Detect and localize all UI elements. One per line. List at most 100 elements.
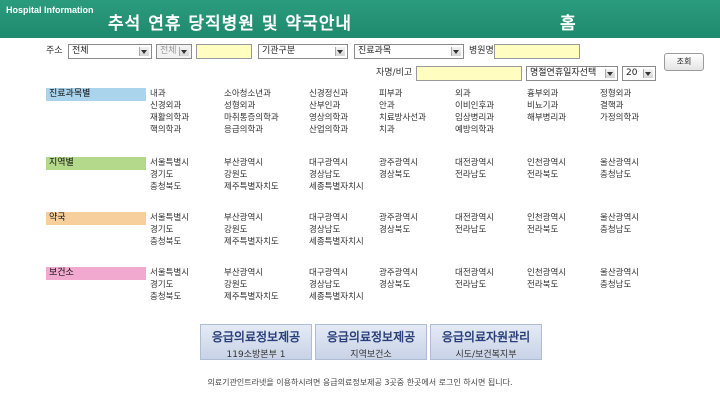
department-link[interactable]: 영상의학과: [309, 112, 379, 124]
health-center-region-link[interactable]: 강원도: [224, 279, 309, 291]
department-link[interactable]: 예방의학과: [455, 124, 527, 136]
pharmacy-region-link[interactable]: 경상북도: [379, 224, 455, 236]
button-subtitle: 119소방본부 1: [226, 350, 286, 360]
department-link[interactable]: 흉부외과: [527, 88, 600, 100]
department-link[interactable]: 산업의학과: [309, 124, 379, 136]
health-center-region-link[interactable]: 울산광역시: [600, 267, 674, 279]
department-link[interactable]: 정형외과: [600, 88, 674, 100]
agency-type-select[interactable]: 기관구분: [258, 44, 348, 59]
region-link[interactable]: 전라북도: [527, 169, 600, 181]
emergency-info-119-button[interactable]: 응급의료정보제공 119소방본부 1: [200, 324, 312, 360]
region2-select[interactable]: 전체: [156, 44, 192, 59]
department-link[interactable]: 안과: [379, 100, 455, 112]
health-center-region-link[interactable]: 전라남도: [455, 279, 527, 291]
pharmacy-region-link[interactable]: 인천광역시: [527, 212, 600, 224]
health-center-region-link[interactable]: 충청북도: [150, 291, 224, 303]
health-center-region-link[interactable]: 대구광역시: [309, 267, 379, 279]
department-link[interactable]: 임상병리과: [455, 112, 527, 124]
health-center-region-link[interactable]: 경기도: [150, 279, 224, 291]
region-link[interactable]: 경기도: [150, 169, 224, 181]
department-link[interactable]: 마취통증의학과: [224, 112, 309, 124]
department-link[interactable]: 외과: [455, 88, 527, 100]
department-link[interactable]: 치과: [379, 124, 455, 136]
health-center-region-link[interactable]: 서울특별시: [150, 267, 224, 279]
pharmacy-region-link[interactable]: 충청북도: [150, 236, 224, 248]
department-link[interactable]: 성형외과: [224, 100, 309, 112]
pharmacy-region-link[interactable]: 세종특별자치시: [309, 236, 379, 248]
department-link[interactable]: 피부과: [379, 88, 455, 100]
health-center-region-link[interactable]: 대전광역시: [455, 267, 527, 279]
region-link[interactable]: 광주광역시: [379, 157, 455, 169]
health-center-region-link[interactable]: 인천광역시: [527, 267, 600, 279]
region-link[interactable]: 울산광역시: [600, 157, 674, 169]
department-link[interactable]: 가정의학과: [600, 112, 674, 124]
section-label-region: 지역별: [46, 157, 146, 170]
health-center-region-link[interactable]: 전라북도: [527, 279, 600, 291]
page-title: 추석 연휴 당직병원 및 약국안내: [108, 14, 352, 34]
pharmacy-region-link[interactable]: 대구광역시: [309, 212, 379, 224]
region-link[interactable]: 경상북도: [379, 169, 455, 181]
region-link[interactable]: 대전광역시: [455, 157, 527, 169]
department-link[interactable]: 재활의학과: [150, 112, 224, 124]
department-link[interactable]: 응급의학과: [224, 124, 309, 136]
health-center-grid: 서울특별시 부산광역시 대구광역시 광주광역시 대전광역시 인천광역시 울산광역…: [150, 267, 674, 303]
pharmacy-region-link[interactable]: 경상남도: [309, 224, 379, 236]
region-link[interactable]: 대구광역시: [309, 157, 379, 169]
name-remark-input[interactable]: [416, 66, 522, 81]
pharmacy-region-link[interactable]: 광주광역시: [379, 212, 455, 224]
department-link[interactable]: 치료방사선과: [379, 112, 455, 124]
emergency-resource-button[interactable]: 응급의료자원관리 시도/보건복지부: [430, 324, 542, 360]
department-select[interactable]: 진료과목: [354, 44, 464, 59]
pharmacy-grid: 서울특별시 부산광역시 대구광역시 광주광역시 대전광역시 인천광역시 울산광역…: [150, 212, 674, 248]
emergency-links: 응급의료정보제공 119소방본부 1 응급의료정보제공 지역보건소 응급의료자원…: [200, 324, 542, 360]
region-text-input[interactable]: [196, 44, 252, 59]
pharmacy-region-link[interactable]: 대전광역시: [455, 212, 527, 224]
hospital-name-input[interactable]: [494, 44, 580, 59]
region-link[interactable]: 인천광역시: [527, 157, 600, 169]
button-title: 응급의료자원관리: [441, 330, 531, 344]
holiday-date-select-value: 명절연휴일자선택: [530, 68, 597, 78]
holiday-date-select[interactable]: 명절연휴일자선택: [526, 66, 618, 81]
health-center-region-link[interactable]: 부산광역시: [224, 267, 309, 279]
region-link[interactable]: 경상남도: [309, 169, 379, 181]
region1-select-value: 전체: [72, 46, 89, 56]
department-link[interactable]: 내과: [150, 88, 224, 100]
region1-select[interactable]: 전체: [68, 44, 152, 59]
health-center-region-link[interactable]: 세종특별자치시: [309, 291, 379, 303]
pharmacy-region-link[interactable]: 부산광역시: [224, 212, 309, 224]
region-link[interactable]: 세종특별자치시: [309, 181, 379, 193]
pharmacy-region-link[interactable]: 강원도: [224, 224, 309, 236]
health-center-region-link[interactable]: 충청남도: [600, 279, 674, 291]
department-link[interactable]: 해부병리과: [527, 112, 600, 124]
region-link[interactable]: 충청남도: [600, 169, 674, 181]
pharmacy-region-link[interactable]: 전라북도: [527, 224, 600, 236]
pharmacy-region-link[interactable]: 경기도: [150, 224, 224, 236]
department-link[interactable]: 이비인후과: [455, 100, 527, 112]
home-link[interactable]: 홈: [560, 9, 576, 34]
department-link[interactable]: 비뇨기과: [527, 100, 600, 112]
region-link[interactable]: 서울특별시: [150, 157, 224, 169]
pharmacy-region-link[interactable]: 제주특별자치도: [224, 236, 309, 248]
department-link[interactable]: 결핵과: [600, 100, 674, 112]
region-link[interactable]: 충청북도: [150, 181, 224, 193]
health-center-region-link[interactable]: 광주광역시: [379, 267, 455, 279]
region-link[interactable]: 제주특별자치도: [224, 181, 309, 193]
pharmacy-region-link[interactable]: 전라남도: [455, 224, 527, 236]
pharmacy-region-link[interactable]: 울산광역시: [600, 212, 674, 224]
health-center-region-link[interactable]: 제주특별자치도: [224, 291, 309, 303]
search-button[interactable]: 조회: [664, 53, 704, 71]
page-size-select[interactable]: 20: [622, 66, 656, 81]
pharmacy-region-link[interactable]: 서울특별시: [150, 212, 224, 224]
department-link[interactable]: 핵의학과: [150, 124, 224, 136]
health-center-region-link[interactable]: 경상남도: [309, 279, 379, 291]
department-link[interactable]: 신경외과: [150, 100, 224, 112]
region-link[interactable]: 부산광역시: [224, 157, 309, 169]
emergency-info-local-health-button[interactable]: 응급의료정보제공 지역보건소: [315, 324, 427, 360]
region-link[interactable]: 강원도: [224, 169, 309, 181]
health-center-region-link[interactable]: 경상북도: [379, 279, 455, 291]
pharmacy-region-link[interactable]: 충청남도: [600, 224, 674, 236]
department-link[interactable]: 소아청소년과: [224, 88, 309, 100]
region-link[interactable]: 전라남도: [455, 169, 527, 181]
department-link[interactable]: 산부인과: [309, 100, 379, 112]
department-link[interactable]: 신경정신과: [309, 88, 379, 100]
